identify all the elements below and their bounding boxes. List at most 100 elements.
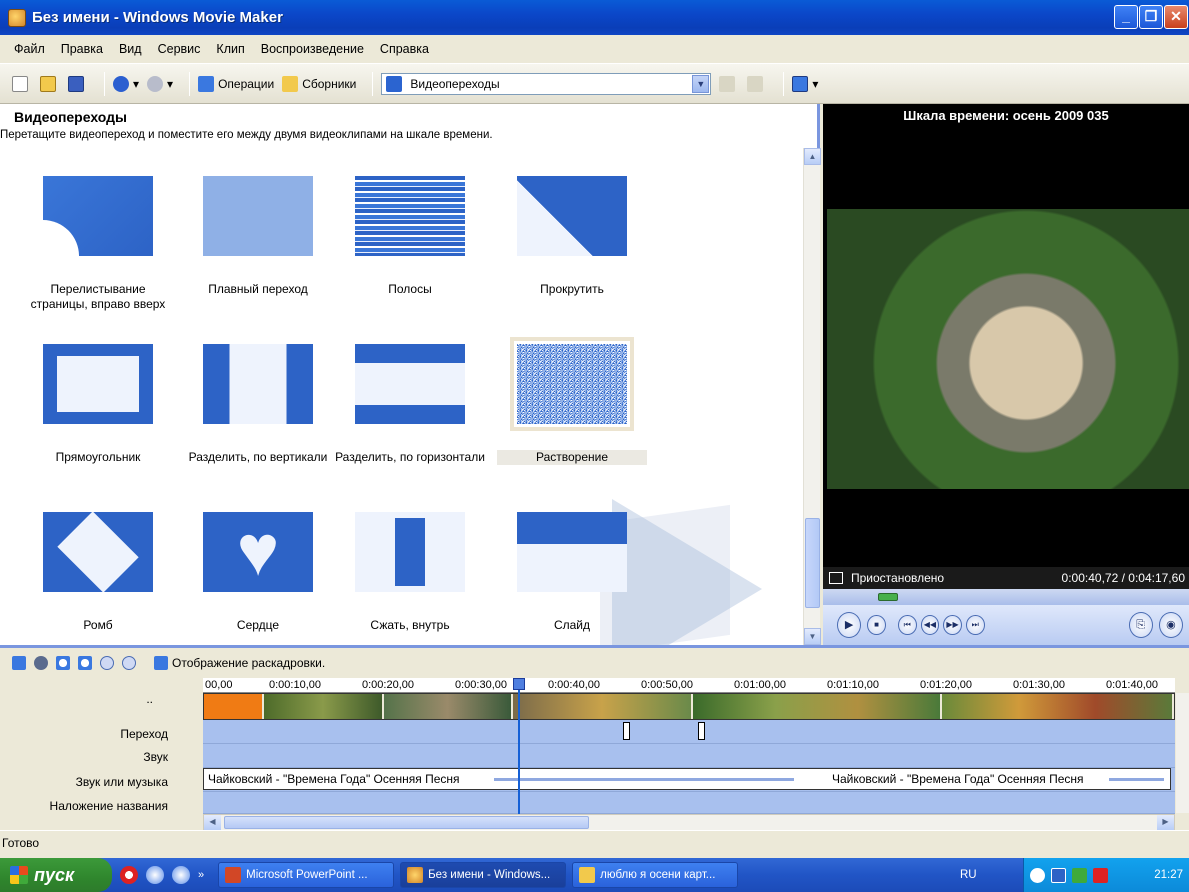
- collection-select[interactable]: Видеопереходы ▼: [381, 72, 712, 95]
- menu-file[interactable]: Файл: [14, 42, 45, 56]
- start-button[interactable]: пуск: [0, 858, 112, 892]
- previous-frame-button[interactable]: ⏮: [897, 615, 917, 635]
- fullscreen-icon[interactable]: [829, 572, 843, 584]
- menu-edit[interactable]: Правка: [61, 42, 103, 56]
- title-bar[interactable]: Без имени - Windows Movie Maker _ ❐ ✕: [0, 0, 1189, 35]
- maximize-button[interactable]: ❐: [1139, 5, 1163, 29]
- narrate-mic-icon[interactable]: [34, 656, 48, 670]
- video-track-label[interactable]: ..: [146, 692, 153, 706]
- movie-maker-icon: [407, 867, 424, 883]
- rewind-button[interactable]: ◀◀: [920, 615, 940, 635]
- seek-thumb[interactable]: [878, 593, 898, 601]
- transition-dissolve[interactable]: Растворение: [497, 337, 647, 465]
- transition-marker[interactable]: [698, 722, 705, 740]
- new-project-button[interactable]: [12, 75, 32, 92]
- redo-button[interactable]: ▾: [147, 75, 173, 92]
- transition-heart[interactable]: ♥ Сердце: [183, 512, 333, 633]
- transition-split-horizontal[interactable]: Разделить, по горизонтали: [335, 344, 485, 465]
- taskbar-item-movie-maker[interactable]: Без имени - Windows...: [400, 862, 567, 888]
- transition-label: Перелистывание страницы, вправо вверх: [30, 282, 166, 311]
- transition-bars[interactable]: Полосы: [335, 176, 485, 297]
- storyboard-icon[interactable]: [154, 656, 168, 670]
- video-clip[interactable]: [263, 694, 384, 719]
- timeline-playhead[interactable]: [513, 678, 525, 816]
- transition-roll[interactable]: Прокрутить: [497, 176, 647, 297]
- tray-network-icon[interactable]: [1072, 867, 1087, 883]
- taskbar-item-powerpoint[interactable]: Microsoft PowerPoint ...: [218, 862, 395, 888]
- transition-slide[interactable]: Слайд: [497, 512, 647, 633]
- scroll-right-icon[interactable]: ▶: [1157, 815, 1174, 830]
- transition-rectangle[interactable]: Прямоугольник: [23, 344, 173, 465]
- toolbar-separator: [372, 71, 374, 96]
- video-clip[interactable]: [692, 694, 943, 719]
- scroll-down-icon[interactable]: ▼: [804, 628, 821, 645]
- seek-bar[interactable]: [823, 589, 1189, 605]
- save-project-button[interactable]: [68, 75, 88, 92]
- menu-help[interactable]: Справка: [380, 42, 429, 56]
- show-storyboard-button[interactable]: Отображение раскадровки.: [172, 656, 325, 670]
- transition-track[interactable]: [203, 720, 1175, 744]
- new-collection-button[interactable]: [747, 75, 767, 92]
- time-ruler[interactable]: 00,00 0:00:10,00 0:00:20,00 0:00:30,00 0…: [203, 678, 1175, 693]
- stop-button[interactable]: ■: [867, 615, 886, 635]
- menu-play[interactable]: Воспроизведение: [261, 42, 364, 56]
- view-mode-button[interactable]: ▾: [792, 75, 818, 92]
- transition-diamond[interactable]: Ромб: [23, 512, 173, 633]
- transition-fade[interactable]: Плавный переход: [183, 176, 333, 297]
- clock[interactable]: 21:27: [1154, 869, 1183, 881]
- collections-button[interactable]: Сборники: [282, 75, 356, 92]
- forward-button[interactable]: ▶▶: [943, 615, 962, 635]
- video-clip[interactable]: [383, 694, 514, 719]
- movie-maker-app-icon[interactable]: [8, 8, 26, 27]
- timeline-horizontal-scrollbar[interactable]: ◀ ▶: [203, 814, 1175, 831]
- zoom-out-icon[interactable]: [78, 656, 92, 670]
- video-track[interactable]: [203, 693, 1175, 720]
- close-button[interactable]: ✕: [1164, 5, 1188, 29]
- menu-tools[interactable]: Сервис: [158, 42, 201, 56]
- set-audio-levels-icon[interactable]: [12, 656, 26, 670]
- tray-antivirus-icon[interactable]: [1093, 867, 1108, 883]
- video-clip[interactable]: [204, 694, 264, 719]
- scroll-thumb[interactable]: [224, 816, 589, 829]
- zoom-in-icon[interactable]: [56, 656, 70, 670]
- audio-track[interactable]: [203, 744, 1175, 768]
- quicklaunch-opera-icon[interactable]: [120, 866, 138, 884]
- scroll-left-icon[interactable]: ◀: [204, 815, 221, 830]
- transition-page-curl[interactable]: Перелистывание страницы, вправо вверх: [23, 176, 173, 312]
- open-project-button[interactable]: [40, 75, 60, 92]
- panel-scrollbar[interactable]: ▲ ▼: [803, 148, 821, 645]
- scroll-thumb[interactable]: [805, 518, 820, 608]
- quicklaunch-ie-icon[interactable]: [146, 866, 164, 884]
- tray-app-icon[interactable]: [1051, 867, 1066, 883]
- title-overlay-track[interactable]: [203, 792, 1175, 814]
- minimize-button[interactable]: _: [1114, 5, 1138, 29]
- split-clip-button[interactable]: ⎘: [1128, 612, 1153, 638]
- timeline-vertical-scrollbar[interactable]: [1176, 693, 1189, 813]
- scroll-up-icon[interactable]: ▲: [804, 148, 821, 165]
- tray-expand-icon[interactable]: [1030, 867, 1045, 883]
- video-clip[interactable]: [513, 694, 693, 719]
- undo-button[interactable]: ▾: [113, 75, 139, 92]
- music-track[interactable]: Чайковский - "Времена Года" Осенняя Песн…: [203, 768, 1175, 792]
- music-clip[interactable]: Чайковский - "Времена Года" Осенняя Песн…: [203, 768, 1171, 790]
- next-frame-button[interactable]: ⏭: [965, 615, 985, 635]
- snapshot-button[interactable]: ◉: [1158, 612, 1184, 638]
- menu-clip[interactable]: Клип: [216, 42, 244, 56]
- video-clip[interactable]: [942, 694, 1174, 719]
- up-level-button[interactable]: [719, 75, 739, 92]
- rewind-timeline-icon[interactable]: [100, 656, 114, 670]
- operations-button[interactable]: Операции: [198, 75, 274, 92]
- taskbar-item-folder[interactable]: люблю я осени карт...: [572, 862, 739, 888]
- quicklaunch-more-icon[interactable]: »: [198, 869, 204, 881]
- quicklaunch-app-icon[interactable]: [172, 866, 190, 884]
- transition-split-vertical[interactable]: Разделить, по вертикали: [183, 344, 333, 465]
- playhead-handle[interactable]: [513, 678, 525, 690]
- language-indicator[interactable]: RU: [960, 869, 977, 881]
- play-timeline-icon[interactable]: [122, 656, 136, 670]
- chevron-down-icon[interactable]: ▼: [692, 74, 710, 93]
- transition-marker[interactable]: [623, 722, 630, 740]
- play-button[interactable]: ▶: [837, 612, 862, 638]
- transition-shrink-in[interactable]: Сжать, внутрь: [335, 512, 485, 633]
- menu-view[interactable]: Вид: [119, 42, 142, 56]
- panel-title: Видеопереходы: [14, 109, 127, 125]
